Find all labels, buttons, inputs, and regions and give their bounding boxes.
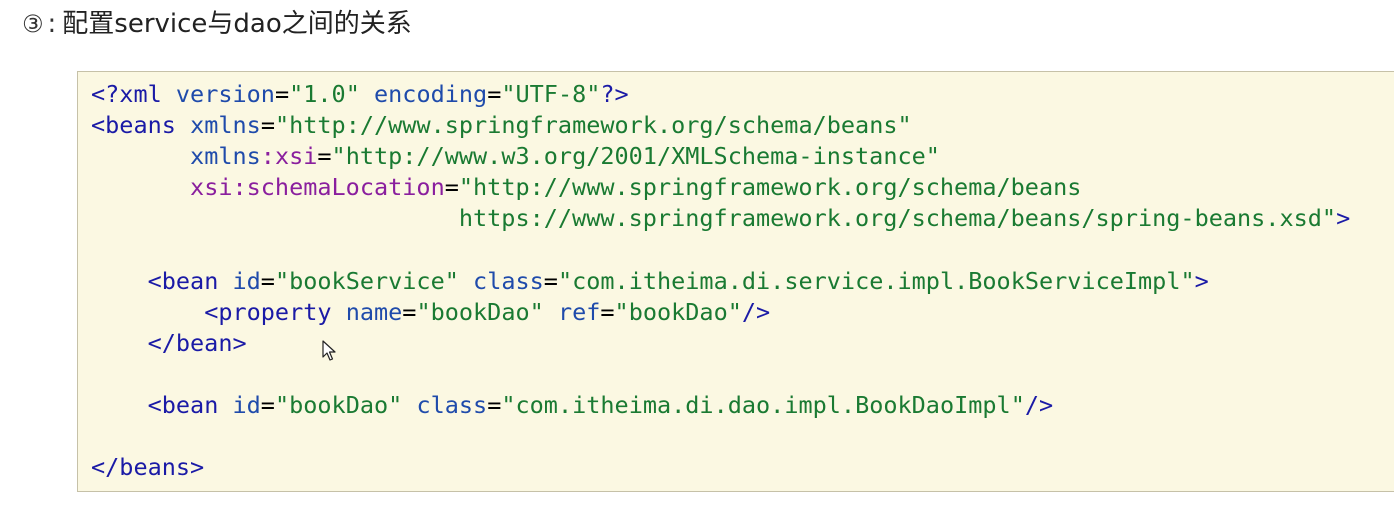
xml-code: <?xml version="1.0" encoding="UTF-8"?> <b…	[91, 79, 1350, 483]
heading-text: 配置service与dao之间的关系	[62, 9, 412, 39]
code-block: <?xml version="1.0" encoding="UTF-8"?> <b…	[77, 71, 1394, 492]
code-line-beans-open: <beans xmlns="http://www.springframework…	[91, 111, 912, 140]
section-heading: ③: 配置service与dao之间的关系	[22, 2, 412, 46]
step-number: ③	[22, 10, 44, 38]
code-line-xml-declaration: <?xml version="1.0" encoding="UTF-8"?>	[91, 80, 629, 108]
code-line-xmlns-xsi: xmlns:xsi="http://www.w3.org/2001/XMLSch…	[190, 142, 940, 171]
code-line-beans-close: </beans>	[91, 453, 205, 482]
code-line-schema-location-continued: https://www.springframework.org/schema/b…	[458, 204, 1351, 233]
mouse-pointer-icon	[322, 340, 336, 361]
code-line-schema-location: xsi:schemaLocation="http://www.springfra…	[190, 173, 1082, 202]
heading-colon: :	[47, 9, 57, 39]
code-line-bean-service: <bean id="bookService" class="com.itheim…	[147, 266, 1209, 295]
code-line-bean-close: </bean>	[147, 328, 247, 357]
code-line-property: <property name="bookDao" ref="bookDao"/>	[204, 297, 771, 326]
code-line-bean-dao: <bean id="bookDao" class="com.itheima.di…	[147, 390, 1054, 419]
